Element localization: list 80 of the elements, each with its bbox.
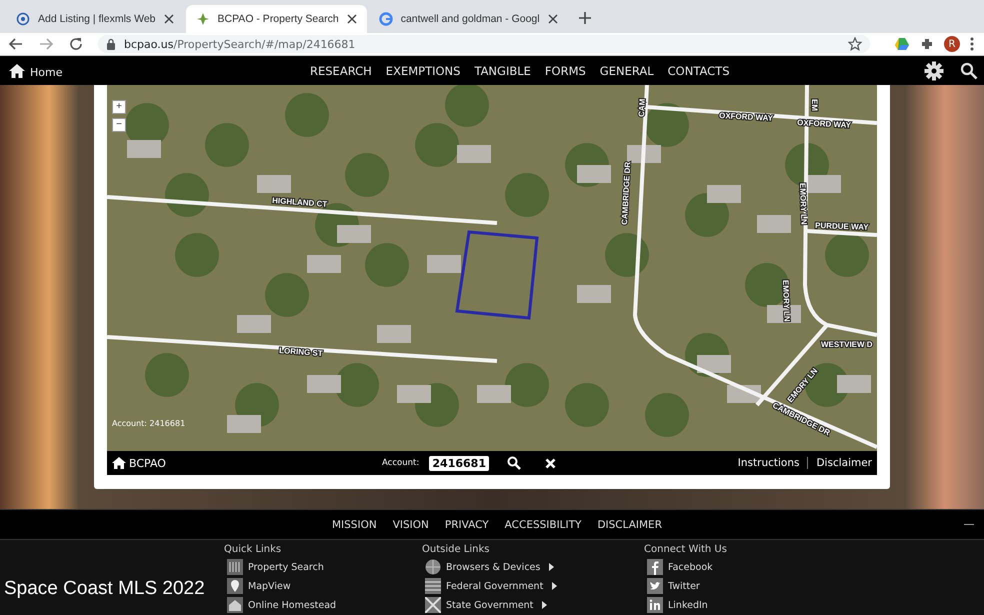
footer-link[interactable]: MapView (224, 578, 422, 594)
facebook-icon (647, 559, 663, 575)
house-icon (227, 597, 243, 613)
street-label: LORING ST (278, 346, 323, 358)
search-icon (960, 62, 978, 80)
account-field[interactable]: 2416681 (429, 456, 490, 470)
search-icon (507, 456, 522, 470)
footer-link[interactable]: Browsers & Devices (422, 559, 644, 575)
close-icon (346, 14, 357, 24)
footer-nav-link[interactable]: VISION (392, 518, 429, 530)
browser-tab[interactable]: BCPAO - Property Search (186, 5, 367, 33)
browser-tab[interactable]: cantwell and goldman - Googl (368, 5, 568, 33)
brand-text: Space Coast MLS 2022 (3, 577, 206, 601)
map-link[interactable]: Disclaimer (816, 457, 872, 469)
street-label: OXFORD WAY (796, 118, 852, 130)
nav-link[interactable]: GENERAL (600, 64, 654, 78)
settings-icon (924, 60, 944, 80)
star-icon (196, 12, 210, 26)
street-label: CAM (637, 98, 647, 118)
street-label: CAMBRIDGE DR (620, 162, 632, 226)
home-icon (8, 62, 26, 78)
close-icon (545, 458, 556, 468)
caret-right-icon (549, 563, 554, 571)
back-arrow-icon (8, 36, 24, 52)
zoom-out-button[interactable]: − (112, 118, 126, 132)
footer-heading: Quick Links (224, 544, 282, 555)
footer-heading: Connect With Us (644, 544, 727, 555)
street-label: PURDUE WAY (814, 221, 869, 232)
flag-icon (425, 578, 441, 594)
globe-icon (425, 559, 441, 575)
close-icon (164, 14, 174, 24)
footer-nav-link[interactable]: DISCLAIMER (597, 518, 662, 530)
street-label: EM (810, 99, 819, 111)
street-label: OXFORD WAY (718, 111, 774, 123)
g-letter-icon (378, 12, 393, 26)
collapse-button[interactable]: — (964, 519, 974, 530)
home-icon (112, 457, 126, 469)
close-icon (548, 14, 558, 24)
street-label: EMORY LN (781, 280, 792, 322)
twitter-bird-icon (647, 578, 663, 594)
footer-link[interactable]: Federal Government (422, 578, 644, 594)
lock-icon (106, 38, 116, 50)
nav-link[interactable]: RESEARCH (310, 64, 372, 78)
star-icon (848, 37, 862, 51)
footer-link[interactable]: Twitter (644, 578, 727, 594)
footer-nav-link[interactable]: MISSION (332, 518, 377, 530)
footer-link[interactable]: State Government (422, 597, 644, 613)
map-link[interactable]: Instructions (738, 457, 800, 469)
footer-link[interactable]: Facebook (644, 559, 727, 575)
building-icon (227, 559, 243, 575)
account-label: Account: (382, 458, 420, 468)
linkedin-icon (647, 597, 663, 613)
footer-link[interactable]: LinkedIn (644, 597, 727, 613)
plus-icon (578, 11, 592, 25)
puzzle-icon (920, 37, 934, 51)
profile-avatar[interactable]: R (944, 36, 960, 52)
map-pin-icon (227, 578, 243, 594)
bcpao-home-link[interactable]: BCPAO (112, 456, 382, 470)
footer-nav-link[interactable]: PRIVACY (444, 518, 489, 530)
more-menu-icon (970, 37, 974, 51)
zoom-in-button[interactable]: + (112, 100, 126, 114)
nav-link[interactable]: CONTACTS (668, 64, 730, 78)
footer-link[interactable]: Property Search (224, 559, 422, 575)
nav-link[interactable]: FORMS (544, 64, 586, 78)
nav-link[interactable]: EXEMPTIONS (386, 64, 460, 78)
address-field[interactable]: bcpao.us/PropertySearch/#/map/2416681 (98, 35, 870, 53)
street-label: HIGHLAND CT (272, 196, 328, 209)
nav-link[interactable]: TANGIBLE (474, 64, 531, 78)
home-link[interactable]: Home (8, 62, 268, 78)
browser-tab[interactable]: Add Listing | flexmls Web (6, 5, 184, 33)
reload-icon (68, 36, 84, 52)
footer-nav-link[interactable]: ACCESSIBILITY (504, 518, 582, 530)
footer-link[interactable]: Online Homestead (224, 597, 422, 613)
street-label: WESTVIEW D (821, 340, 873, 349)
caret-right-icon (542, 601, 548, 609)
flag-icon (425, 597, 441, 613)
account-overlay: Account: 2416681 (112, 419, 186, 428)
caret-right-icon (552, 582, 558, 590)
footer-heading: Outside Links (422, 544, 490, 555)
forward-arrow-icon (38, 36, 54, 52)
